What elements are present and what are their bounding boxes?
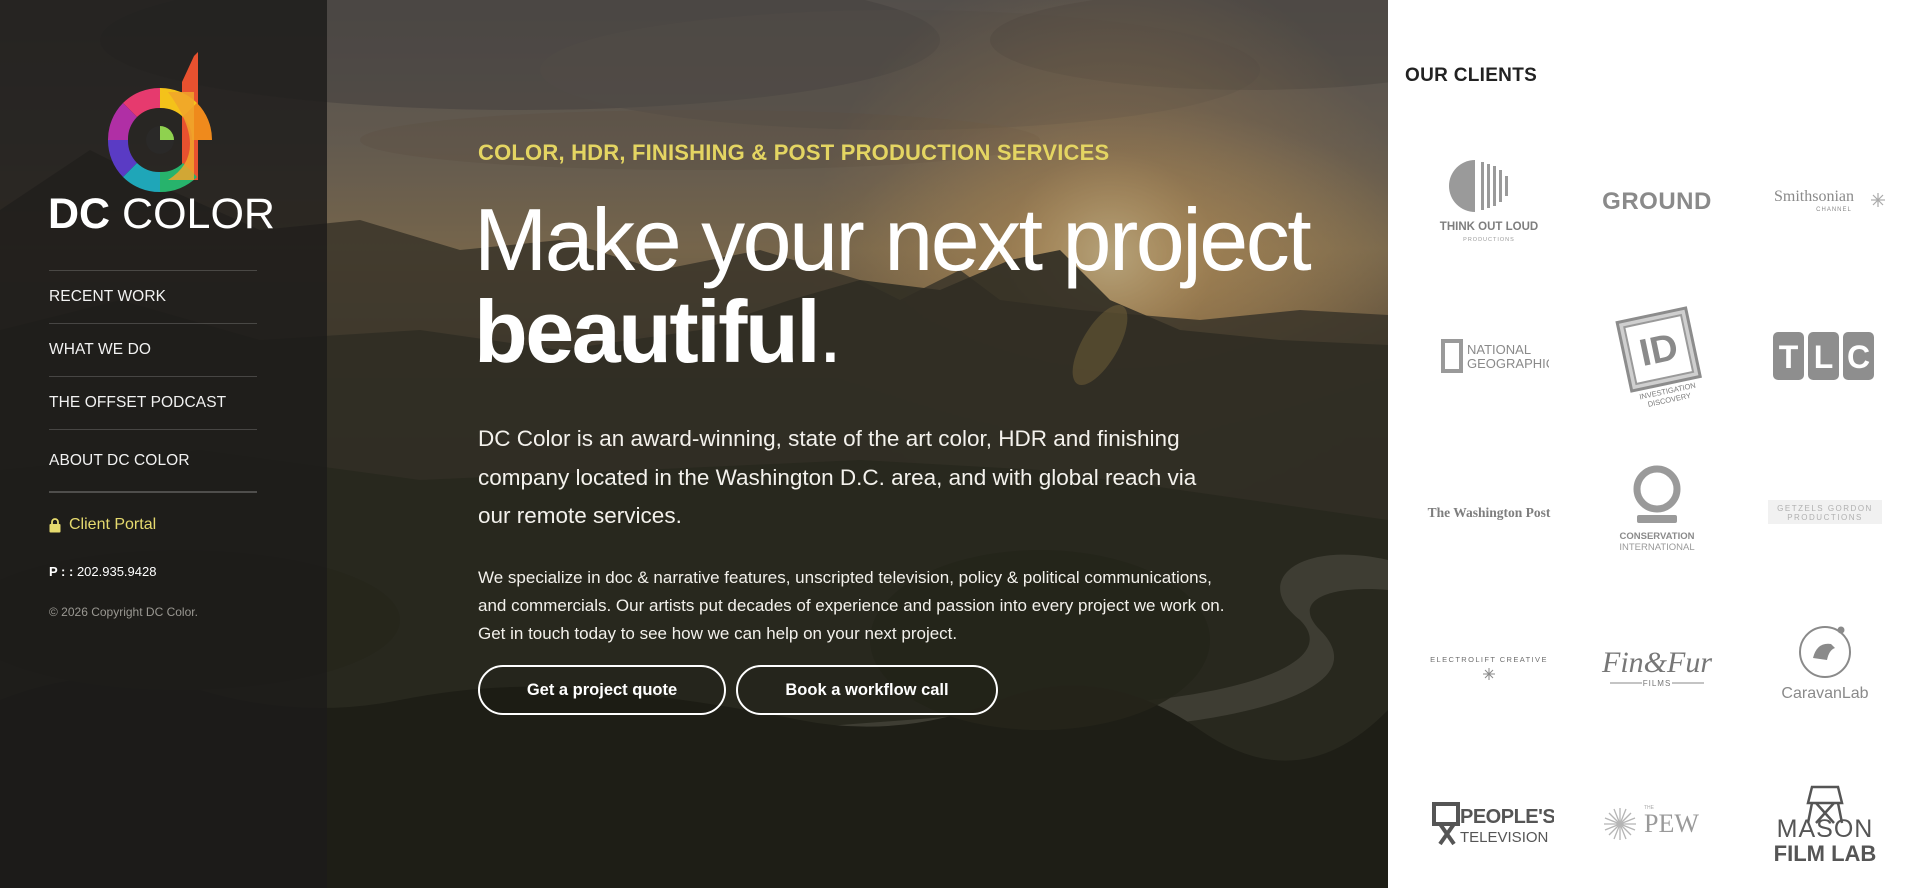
client-logo-conservation-international: CONSERVATION INTERNATIONAL	[1573, 434, 1741, 590]
nav-item-offset-podcast[interactable]: THE OFFSET PODCAST	[49, 377, 257, 430]
smithsonian-subtext: CHANNEL	[1816, 207, 1852, 213]
client-logo-smithsonian: Smithsonian CHANNEL	[1741, 122, 1909, 278]
hero-body-paragraph: We specialize in doc & narrative feature…	[478, 568, 1225, 643]
client-logo-mason-film-lab: MASON FILM LAB	[1741, 746, 1909, 888]
book-workflow-call-button[interactable]: Book a workflow call	[736, 665, 998, 715]
electrolift-text: ELECTROLIFT CREATIVE	[1430, 655, 1548, 664]
main-nav: RECENT WORK WHAT WE DO THE OFFSET PODCAS…	[49, 270, 257, 493]
natgeo-line2: GEOGRAPHIC	[1467, 356, 1549, 371]
client-portal-link[interactable]: Client Portal	[49, 516, 156, 534]
phone-prefix: P : :	[49, 564, 74, 579]
copyright-text: © 2026 Copyright DC Color.	[49, 605, 198, 619]
hero-lead-paragraph: DC Color is an award-winning, state of t…	[478, 426, 1197, 528]
client-logo-pew: THE PEW	[1573, 746, 1741, 888]
client-logo-caravanlab: CaravanLab	[1741, 590, 1909, 746]
think-out-loud-subtext: PRODUCTIONS	[1463, 237, 1515, 243]
conservation-line1: CONSERVATION	[1620, 531, 1695, 542]
client-logo-washington-post: The Washington Post	[1405, 434, 1573, 590]
natgeo-line1: NATIONAL	[1467, 342, 1531, 357]
pew-text: PEW	[1644, 809, 1699, 838]
clients-title: OUR CLIENTS	[1405, 65, 1538, 86]
phone-number[interactable]: P : : 202.935.9428	[49, 564, 156, 579]
think-out-loud-text: THINK OUT LOUD	[1440, 221, 1538, 233]
nav-item-about[interactable]: ABOUT DC COLOR	[49, 430, 257, 493]
brand-name-light: COLOR	[110, 190, 275, 238]
nav-item-what-we-do[interactable]: WHAT WE DO	[49, 324, 257, 377]
client-logo-think-out-loud: THINK OUT LOUD PRODUCTIONS	[1405, 122, 1573, 278]
peoples-line1: PEOPLE'S	[1460, 806, 1554, 828]
phone-value: 202.935.9428	[73, 564, 157, 579]
client-logo-tlc: T L C	[1741, 278, 1909, 434]
client-portal-label: Client Portal	[69, 516, 157, 533]
getzels-line1: GETZELS GORDON	[1777, 504, 1873, 513]
finfur-text: Fin&Fur	[1601, 646, 1712, 679]
tlc-t: T	[1779, 339, 1799, 375]
client-logo-grid: THINK OUT LOUD PRODUCTIONS GROUND Smiths…	[1405, 122, 1905, 888]
sidebar: DC COLOR RECENT WORK WHAT WE DO THE OFFS…	[0, 0, 327, 888]
mason-line2: FILM LAB	[1774, 841, 1877, 866]
brand-name-bold: DC	[48, 190, 111, 238]
headline-line-1: Make your next project	[474, 190, 1312, 289]
client-logo-electrolift: ELECTROLIFT CREATIVE	[1405, 590, 1573, 746]
client-logo-national-geographic: NATIONAL GEOGRAPHIC	[1405, 278, 1573, 434]
client-logo-getzels-gordon: GETZELS GORDON PRODUCTIONS	[1741, 434, 1909, 590]
tlc-c: C	[1847, 339, 1870, 375]
headline-bold-word: beautiful	[474, 282, 821, 381]
get-project-quote-button[interactable]: Get a project quote	[478, 665, 726, 715]
smithsonian-text: Smithsonian	[1774, 188, 1854, 205]
hero-cta-group: Get a project quote Book a workflow call	[478, 665, 998, 715]
ground-text: GROUND	[1602, 188, 1712, 215]
headline-period: .	[818, 282, 842, 381]
hero-eyebrow: COLOR, HDR, FINISHING & POST PRODUCTION …	[478, 140, 1110, 165]
lock-icon	[49, 517, 61, 532]
client-logo-ground: GROUND	[1573, 122, 1741, 278]
client-logo-investigation-discovery: ID INVESTIGATION DISCOVERY	[1573, 278, 1741, 434]
nav-item-recent-work[interactable]: RECENT WORK	[49, 271, 257, 324]
caravanlab-text: CaravanLab	[1781, 685, 1868, 702]
peoples-line2: TELEVISION	[1460, 829, 1548, 846]
wapo-text: The Washington Post	[1428, 505, 1551, 520]
tlc-l: L	[1814, 339, 1834, 375]
clients-panel: OUR CLIENTS THINK OUT LOUD PRODUCTIONS G…	[1388, 0, 1914, 888]
hero-headline: Make your next project beautiful.	[474, 194, 1312, 381]
getzels-line2: PRODUCTIONS	[1787, 513, 1863, 522]
conservation-line2: INTERNATIONAL	[1619, 542, 1694, 553]
client-logo-fin-and-fur: Fin&Fur FILMS	[1573, 590, 1741, 746]
mason-line1: MASON	[1777, 815, 1874, 843]
client-logo-peoples-television: PEOPLE'S TELEVISION	[1405, 746, 1573, 888]
finfur-subtext: FILMS	[1643, 679, 1672, 688]
brand-wordmark[interactable]: DC COLOR	[48, 190, 275, 239]
